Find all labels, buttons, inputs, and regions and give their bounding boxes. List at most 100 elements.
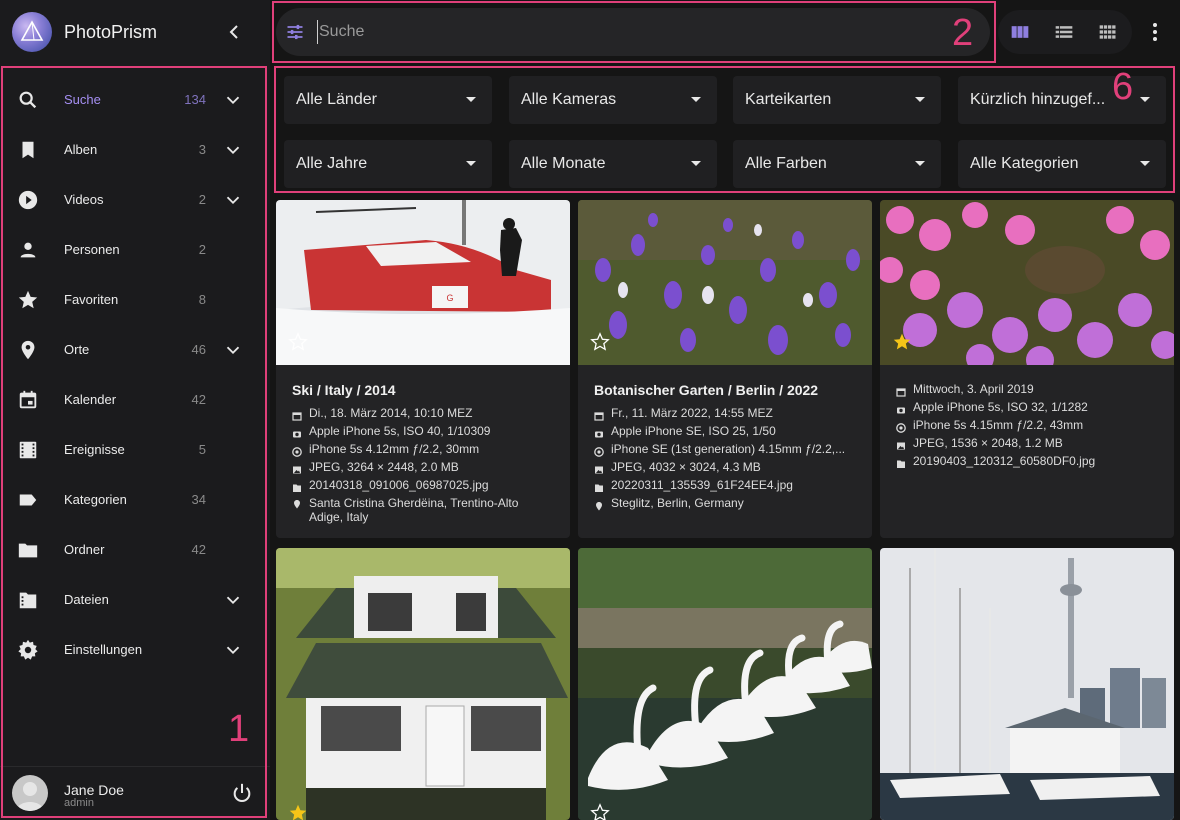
sidebar-item-label: Kalender: [64, 392, 117, 407]
camera-icon: [594, 426, 604, 438]
place-icon: [594, 498, 604, 511]
label-icon: [17, 489, 39, 511]
filter-cameras[interactable]: Alle Kameras: [509, 76, 717, 124]
star-outline-icon[interactable]: [287, 331, 309, 353]
sidebar-item-count: 2: [198, 192, 206, 207]
sidebar-item-personen[interactable]: Personen 2: [0, 225, 270, 275]
filter-label: Alle Monate: [521, 155, 606, 172]
sidebar-item-label: Ereignisse: [64, 442, 125, 457]
sidebar-item-einstellungen[interactable]: Einstellungen: [0, 625, 270, 675]
chevron-down-icon[interactable]: [222, 89, 244, 111]
sidebar-item-alben[interactable]: Alben 3: [0, 125, 270, 175]
star-filled-icon[interactable]: [287, 802, 309, 820]
filter-colors[interactable]: Alle Farben: [733, 140, 941, 188]
sidebar-item-ereignisse[interactable]: Ereignisse 5: [0, 425, 270, 475]
photo-card[interactable]: G Ski / Italy / 2014 Di., 18. März 2014,…: [276, 200, 570, 538]
sidebar-item-orte[interactable]: Orte 46: [0, 325, 270, 375]
chevron-down-icon[interactable]: [222, 339, 244, 361]
annotation-number: 6: [1112, 66, 1134, 108]
sidebar-item-count: 2: [198, 242, 206, 257]
sidebar-item-kalender[interactable]: Kalender 42: [0, 375, 270, 425]
sidebar-item-count: 34: [191, 492, 206, 507]
search-input[interactable]: [317, 20, 917, 44]
caret-down-icon: [1140, 161, 1150, 166]
file-icon: [292, 480, 302, 492]
chevron-down-icon[interactable]: [222, 189, 244, 211]
sidebar-item-dateien[interactable]: Dateien: [0, 575, 270, 625]
camera-icon: [292, 426, 302, 438]
filter-view[interactable]: Karteikarten: [733, 76, 941, 124]
photo-card[interactable]: [276, 548, 570, 820]
filter-label: Alle Länder: [296, 91, 377, 108]
sidebar-item-label: Orte: [64, 342, 90, 357]
more-vert-icon[interactable]: [1145, 20, 1165, 44]
sidebar-item-count: 8: [198, 292, 206, 307]
power-icon[interactable]: [231, 782, 253, 804]
photo-thumbnail[interactable]: [880, 200, 1174, 365]
sidebar-item-favoriten[interactable]: Favoriten 8: [0, 275, 270, 325]
photo-card[interactable]: Botanischer Garten / Berlin / 2022 Fr., …: [578, 200, 872, 538]
image-icon: [594, 462, 604, 474]
meta-camera: Apple iPhone 5s, ISO 32, 1/1282: [896, 398, 1158, 416]
brand: PhotoPrism: [0, 0, 270, 64]
calendar-icon: [896, 384, 906, 397]
sidebar-item-count: 42: [191, 392, 206, 407]
tune-icon[interactable]: [285, 22, 305, 42]
gear-icon: [17, 639, 39, 661]
sidebar-item-suche[interactable]: Suche 134: [0, 75, 270, 125]
filter-sort[interactable]: Kürzlich hinzugef...: [958, 76, 1166, 124]
sidebar-item-label: Suche: [64, 92, 101, 107]
photo-thumbnail[interactable]: [578, 200, 872, 365]
filter-label: Alle Kameras: [521, 91, 617, 108]
photo-card[interactable]: [578, 548, 872, 820]
sidebar-item-count: 3: [198, 142, 206, 157]
filter-label: Alle Kategorien: [970, 155, 1079, 172]
card-title[interactable]: Botanischer Garten / Berlin / 2022: [594, 382, 856, 398]
photoprism-logo[interactable]: [12, 12, 52, 52]
avatar[interactable]: [12, 775, 48, 811]
sidebar-item-kategorien[interactable]: Kategorien 34: [0, 475, 270, 525]
sidebar-item-label: Favoriten: [64, 292, 119, 307]
lens-icon: [292, 444, 302, 457]
lens-icon: [896, 420, 906, 433]
sidebar: PhotoPrism Suche 134 Alben 3 Videos 2 Pe…: [0, 0, 270, 820]
filter-countries[interactable]: Alle Länder: [284, 76, 492, 124]
photo-card[interactable]: [880, 548, 1174, 820]
photo-card[interactable]: Mittwoch, 3. April 2019 Apple iPhone 5s,…: [880, 200, 1174, 538]
chevron-down-icon[interactable]: [222, 589, 244, 611]
meta-file-info: JPEG, 3264 × 2448, 2.0 MB: [292, 458, 554, 476]
photo-thumbnail[interactable]: [578, 548, 872, 820]
user-name[interactable]: Jane Doe: [64, 782, 124, 798]
photo-thumbnail[interactable]: [880, 548, 1174, 820]
filter-years[interactable]: Alle Jahre: [284, 140, 492, 188]
meta-camera: Apple iPhone SE, ISO 25, 1/50: [594, 422, 856, 440]
photo-thumbnail[interactable]: G: [276, 200, 570, 365]
star-icon: [17, 289, 39, 311]
card-title[interactable]: Ski / Italy / 2014: [292, 382, 554, 398]
calendar-icon: [594, 408, 604, 421]
sidebar-item-label: Dateien: [64, 592, 109, 607]
sidebar-item-videos[interactable]: Videos 2: [0, 175, 270, 225]
card-details: Mittwoch, 3. April 2019 Apple iPhone 5s,…: [880, 380, 1174, 470]
star-outline-icon[interactable]: [589, 331, 611, 353]
filter-months[interactable]: Alle Monate: [509, 140, 717, 188]
file-icon: [17, 589, 39, 611]
film-icon: [17, 439, 39, 461]
sidebar-item-ordner[interactable]: Ordner 42: [0, 525, 270, 575]
star-filled-icon[interactable]: [891, 331, 913, 353]
filter-categories[interactable]: Alle Kategorien: [958, 140, 1166, 188]
cards-view-icon[interactable]: [1010, 22, 1030, 42]
sidebar-divider: [0, 766, 270, 767]
filter-label: Karteikarten: [745, 91, 832, 108]
chevron-down-icon[interactable]: [222, 639, 244, 661]
meta-filename: 20190403_120312_60580DF0.jpg: [896, 452, 1158, 470]
mosaic-view-icon[interactable]: [1098, 22, 1118, 42]
sidebar-item-count: 5: [198, 442, 206, 457]
photo-thumbnail[interactable]: [276, 548, 570, 820]
chevron-down-icon[interactable]: [222, 139, 244, 161]
sidebar-item-label: Alben: [64, 142, 98, 157]
list-view-icon[interactable]: [1054, 22, 1074, 42]
collapse-sidebar-icon[interactable]: [222, 20, 246, 44]
star-outline-icon[interactable]: [589, 802, 611, 820]
caret-down-icon: [915, 97, 925, 102]
